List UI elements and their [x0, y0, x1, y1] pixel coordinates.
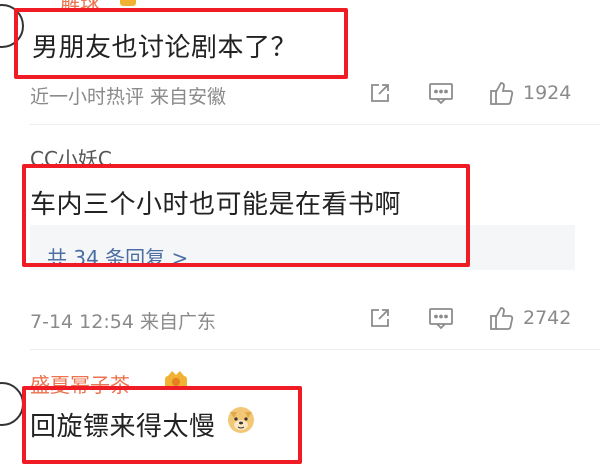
share-icon[interactable]	[367, 305, 393, 331]
divider	[30, 124, 600, 125]
thumbs-up-icon[interactable]	[489, 305, 515, 331]
thumbs-up-icon[interactable]	[489, 80, 515, 106]
comment-meta: 近一小时热评 来自安徽	[30, 86, 227, 108]
comment-text: 车内三个小时也可能是在看书啊	[30, 190, 402, 220]
comment-meta: 7-14 12:54 来自广东	[30, 311, 216, 333]
comment-text: 男朋友也讨论剧本了？	[32, 33, 298, 63]
comment-icon[interactable]	[428, 305, 454, 331]
comment-text: 回旋镖来得太慢	[30, 412, 216, 442]
avatar[interactable]	[0, 382, 24, 426]
doge-emoji-icon	[226, 404, 256, 434]
like-count: 1924	[523, 82, 572, 104]
comment-icon[interactable]	[428, 80, 454, 106]
like-count: 2742	[523, 307, 572, 329]
badge-icon	[120, 0, 136, 6]
share-icon[interactable]	[367, 80, 393, 106]
divider	[30, 349, 600, 350]
